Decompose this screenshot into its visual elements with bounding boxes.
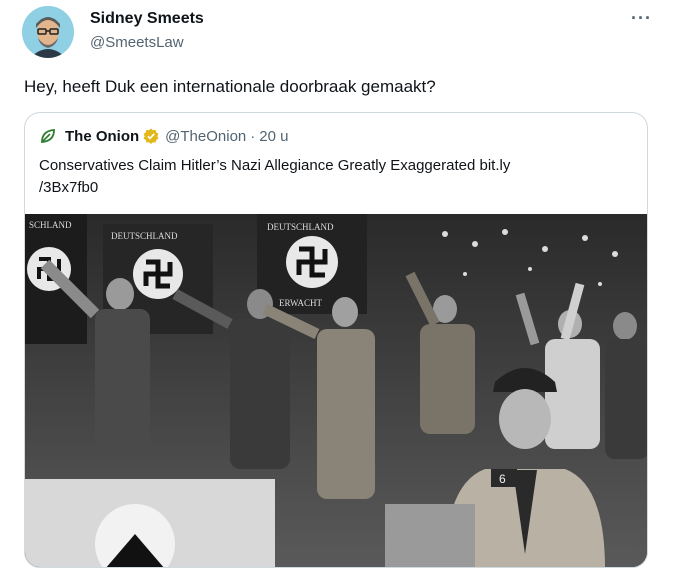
quoted-author-handle[interactable]: @TheOnion <box>165 128 246 145</box>
verified-gold-badge-icon <box>143 128 159 144</box>
more-icon[interactable]: ··· <box>631 8 652 29</box>
banner-text-2: DEUTSCHLAND <box>111 231 178 241</box>
onion-leaf-icon[interactable] <box>39 127 57 145</box>
banner-text-1: DEUTSCHLAND <box>267 222 334 232</box>
quoted-text-line-2[interactable]: /3Bx7fb0 <box>39 177 599 199</box>
banner-text-3: SCHLAND <box>29 220 72 230</box>
quoted-tweet-header: The Onion @TheOnion · 20 u <box>39 127 288 145</box>
author-name[interactable]: Sidney Smeets <box>90 10 204 28</box>
tweet-post: Sidney Smeets @SmeetsLaw ··· Hey, heeft … <box>0 0 680 580</box>
armband-number: 6 <box>499 472 506 486</box>
quoted-author-name[interactable]: The Onion <box>65 128 139 145</box>
quoted-timestamp[interactable]: 20 u <box>259 128 288 145</box>
banner-text-4: ERWACHT <box>279 298 323 308</box>
avatar[interactable] <box>22 6 74 58</box>
quoted-tweet[interactable]: The Onion @TheOnion · 20 u Conservatives… <box>24 112 648 568</box>
author-handle[interactable]: @SmeetsLaw <box>90 34 184 51</box>
separator-dot: · <box>250 127 256 145</box>
avatar-illustration <box>22 6 74 58</box>
quoted-text-line-1: Conservatives Claim Hitler’s Nazi Allegi… <box>39 157 511 174</box>
quoted-media-photo[interactable]: SCHLAND DEUTSCHLAND DEUTSCHLAND ERWACHT <box>25 214 647 567</box>
historical-photo: SCHLAND DEUTSCHLAND DEUTSCHLAND ERWACHT <box>25 214 647 567</box>
tweet-text: Hey, heeft Duk een internationale doorbr… <box>24 77 436 96</box>
quoted-tweet-text: Conservatives Claim Hitler’s Nazi Allegi… <box>39 155 599 199</box>
